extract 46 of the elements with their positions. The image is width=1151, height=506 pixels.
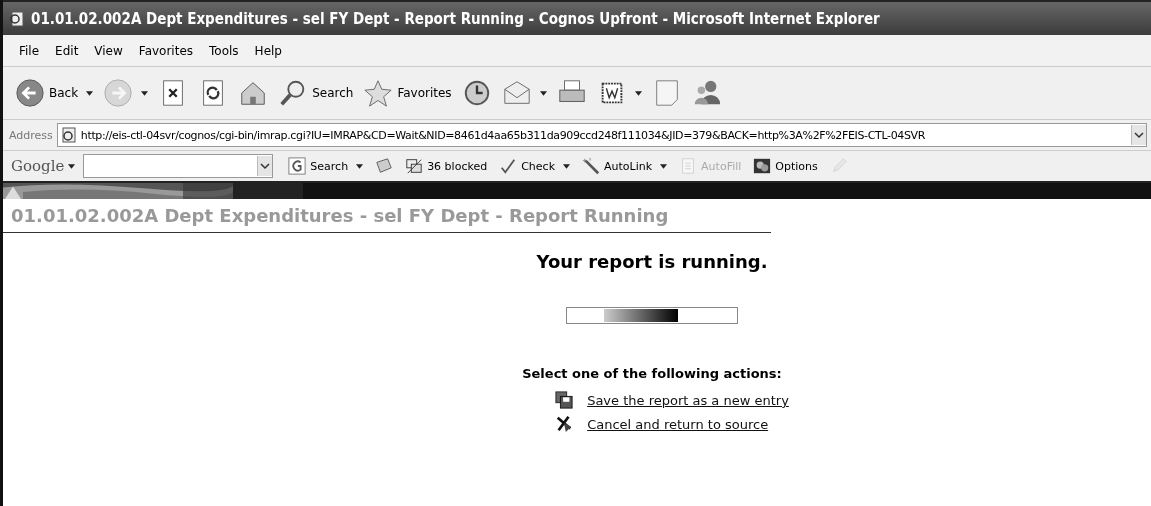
toolbar-button[interactable]: Options <box>748 155 823 177</box>
caret-icon <box>68 163 76 169</box>
caret-icon <box>86 90 94 96</box>
menu-item[interactable]: Tools <box>203 41 245 60</box>
actions-prompt: Select one of the following actions: <box>522 366 782 381</box>
toolbar-button[interactable]: Check <box>494 155 575 177</box>
status-heading: Your report is running. <box>536 251 768 272</box>
toolbar-button[interactable]: 36 blocked <box>400 155 493 177</box>
toolbar-button[interactable]: Search <box>274 76 358 110</box>
caret-icon <box>634 90 642 96</box>
caret-icon <box>539 90 547 96</box>
checkmark-icon <box>499 157 518 175</box>
menu-item[interactable]: Help <box>248 41 288 60</box>
windows-icon <box>405 157 424 175</box>
search-field[interactable] <box>83 154 274 178</box>
arrow-left-icon <box>15 78 45 108</box>
settings-icon <box>753 157 772 175</box>
google-menu-button[interactable]: Google <box>9 157 78 175</box>
star-icon <box>363 78 394 108</box>
caret-icon <box>563 163 570 169</box>
address-field[interactable]: http://eis-ctl-04svr/cognos/cgi-bin/imrap.cgi?IU=IMRAP&CD=Wait&NID=8461d4aa65b311da909ccd248f111034&JID=379&BACK=http%3A%2F%2FEIS-CTL-04SVR <box>56 123 1147 147</box>
page-icon <box>60 127 77 143</box>
menu-item[interactable]: View <box>88 41 129 60</box>
address-label: Address <box>9 128 53 142</box>
page-icon <box>9 10 25 27</box>
menu-item[interactable]: File <box>13 41 46 60</box>
toolbar-button[interactable]: Search <box>283 155 369 177</box>
caret-icon <box>660 163 668 169</box>
caret-icon <box>356 163 364 169</box>
action-link[interactable]: Save the report as a new entry <box>587 392 789 408</box>
caret-icon <box>141 90 149 96</box>
menu-item[interactable]: Edit <box>49 41 85 60</box>
newspaper-icon <box>375 157 394 175</box>
toolbar-button[interactable]: Favorites <box>359 76 456 110</box>
dropdown-icon[interactable] <box>257 156 273 176</box>
wand-icon <box>582 157 600 175</box>
menu-item[interactable]: Favorites <box>132 41 200 60</box>
toolbar-button[interactable]: Back <box>11 76 98 110</box>
page-title: 01.01.02.002A Dept Expenditures - sel FY Dept - Report Running <box>3 199 771 233</box>
dropdown-icon[interactable] <box>1131 125 1146 145</box>
toolbar-button[interactable]: AutoLink <box>577 155 673 177</box>
window-title: 01.01.02.002A Dept Expenditures - sel FY Dept - Report Running - Cognos Upfront - Microsoft Internet Explorer <box>31 9 880 28</box>
google-g-icon <box>288 157 307 175</box>
action-link[interactable]: Cancel and return to source <box>587 416 769 432</box>
floppy-disk-icon <box>555 391 574 409</box>
arrow-right-icon <box>103 78 134 108</box>
